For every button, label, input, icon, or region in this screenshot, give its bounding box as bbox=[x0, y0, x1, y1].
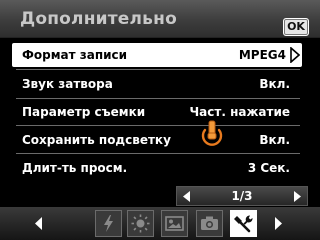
camera-icon bbox=[201, 216, 218, 230]
menu-item-review-duration[interactable]: Длит-ть просм. 3 Сек. bbox=[12, 156, 304, 180]
menu-item-value: Част. нажатие bbox=[189, 105, 290, 119]
chevron-right-icon bbox=[290, 47, 300, 63]
divider bbox=[16, 153, 300, 154]
page-next-icon[interactable] bbox=[293, 191, 301, 202]
menu-item-shutter-sound[interactable]: Звук затвора Вкл. bbox=[12, 72, 304, 96]
menu-item-record-format[interactable]: Формат записи MPEG4 bbox=[12, 43, 302, 67]
menu-item-value: Вкл. bbox=[259, 77, 290, 91]
tab-brightness[interactable] bbox=[127, 210, 154, 237]
menu-item-value: 3 Сек. bbox=[247, 161, 290, 175]
mode-toolbar bbox=[0, 207, 320, 240]
menu-item-label: Звук затвора bbox=[22, 77, 113, 91]
menu-item-save-backlight[interactable]: Сохранить подсветку Вкл. bbox=[12, 128, 304, 152]
tab-flash[interactable] bbox=[95, 210, 122, 237]
flash-icon bbox=[104, 215, 113, 232]
menu-item-label: Формат записи bbox=[22, 48, 128, 62]
menu-item-label: Длит-ть просм. bbox=[22, 161, 128, 175]
tab-image-settings[interactable] bbox=[161, 210, 188, 237]
menu-item-value: Вкл. bbox=[259, 133, 290, 147]
tools-icon bbox=[234, 215, 253, 233]
tab-tools[interactable] bbox=[230, 210, 257, 237]
image-settings-icon bbox=[165, 216, 184, 231]
header-bar: Дополнительно OK bbox=[0, 0, 320, 38]
divider bbox=[16, 98, 300, 99]
menu-item-value: MPEG4 bbox=[238, 48, 286, 62]
ok-button[interactable]: OK bbox=[283, 18, 309, 36]
tab-camera[interactable] bbox=[196, 210, 223, 237]
page-title: Дополнительно bbox=[20, 9, 177, 29]
menu-item-shooting-param[interactable]: Параметр съемки Част. нажатие bbox=[12, 100, 304, 124]
brightness-icon bbox=[131, 214, 150, 233]
tab-next-icon[interactable] bbox=[274, 217, 282, 230]
divider bbox=[16, 69, 300, 70]
menu-item-label: Параметр съемки bbox=[22, 105, 146, 119]
page-indicator: 1/3 bbox=[176, 186, 308, 206]
settings-menu: Формат записи MPEG4 Звук затвора Вкл. Па… bbox=[12, 41, 304, 179]
tab-prev-icon[interactable] bbox=[35, 217, 43, 230]
touch-cursor-icon bbox=[201, 120, 223, 146]
page-number: 1/3 bbox=[231, 189, 253, 203]
menu-item-label: Сохранить подсветку bbox=[22, 133, 171, 147]
divider bbox=[16, 125, 300, 126]
